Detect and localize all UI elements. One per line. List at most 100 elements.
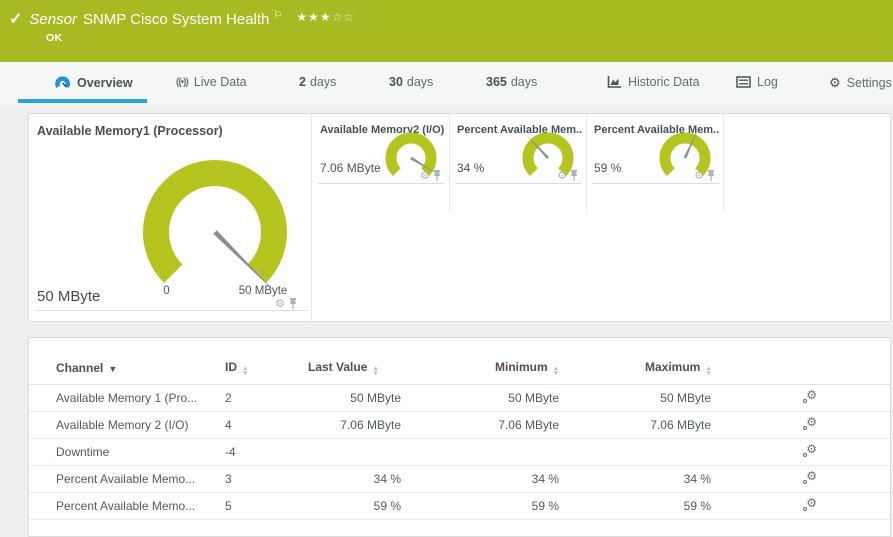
active-tab-underline (18, 99, 147, 103)
column-header-last-value[interactable]: Last Value▲▼ (308, 360, 403, 385)
gauges-panel: Available Memory1 (Processor) x̄ 0 50 MB… (28, 113, 891, 322)
tab-overview[interactable]: Overview (54, 75, 133, 91)
gear-icon: ⚙ (829, 75, 841, 91)
gauge-settings-icon[interactable]: ⚙ (420, 171, 430, 181)
stars-empty[interactable]: ☆☆ (332, 10, 356, 24)
channel-minimum: 34 % (403, 466, 579, 493)
priority-stars[interactable]: ★★★☆☆ (296, 10, 355, 24)
channel-minimum (403, 439, 579, 466)
status-check-icon: ✓ (9, 9, 22, 29)
divider (455, 183, 582, 184)
gauge-settings-icon[interactable]: ⚙ (557, 171, 567, 181)
tab-bar: Overview ((•)) Live Data 2 days 30 days … (0, 62, 893, 105)
tab-30-days[interactable]: 30 days (389, 75, 433, 89)
pin-icon[interactable] (570, 170, 578, 181)
channel-name: Percent Available Memo... (29, 493, 225, 520)
gauge-value: 50 MByte (37, 288, 100, 305)
gauge-dial (515, 130, 581, 190)
channel-name: Percent Available Memo... (29, 466, 225, 493)
channels-panel: Channel▼ ID▲▼ Last Value▲▼ Minimum▲▼ Max… (28, 337, 891, 537)
tab-live-data[interactable]: ((•)) Live Data (176, 75, 247, 89)
gauge-scale-min: 0 (154, 285, 179, 297)
page-title: SNMP Cisco System Health (83, 11, 269, 28)
tab-number: 2 (299, 75, 306, 89)
channel-minimum: 59 % (403, 493, 579, 520)
edit-channel-icon[interactable]: ⚙ (802, 444, 817, 458)
tab-historic-data[interactable]: Historic Data (607, 75, 700, 89)
pin-icon[interactable] (289, 298, 297, 309)
channel-maximum: 7.06 MByte (579, 412, 729, 439)
channel-id: 4 (225, 412, 308, 439)
sensor-status-banner: ✓ Sensor SNMP Cisco System Health ⚐ ★★★☆… (0, 0, 893, 62)
channel-name: Downtime (29, 439, 225, 466)
tab-label: Log (757, 75, 778, 89)
tab-label: Overview (77, 76, 133, 90)
sort-icon: ▲▼ (705, 366, 711, 376)
channel-minimum: 7.06 MByte (403, 412, 579, 439)
historic-chart-icon (607, 75, 622, 89)
channel-id: 5 (225, 493, 308, 520)
channel-minimum: 50 MByte (403, 385, 579, 412)
tab-2-days[interactable]: 2 days (299, 75, 336, 89)
tab-settings[interactable]: ⚙ Settings (829, 75, 892, 91)
gauge-value: 34 % (457, 161, 484, 175)
table-row: Percent Available Memo... 3 34 % 34 % 34… (29, 466, 890, 493)
tab-log[interactable]: Log (736, 75, 778, 89)
channel-maximum: 59 % (579, 493, 729, 520)
edit-channel-icon[interactable]: ⚙ (802, 417, 817, 431)
gauge-settings-icon[interactable]: ⚙ (275, 299, 285, 309)
channel-id: 3 (225, 466, 308, 493)
tab-label: days (310, 75, 336, 89)
channel-name: Available Memory 1 (Pro... (29, 385, 225, 412)
live-icon: ((•)) (176, 77, 188, 88)
channel-id: 2 (225, 385, 308, 412)
gauge-value: 59 % (594, 161, 621, 175)
table-row: Available Memory 2 (I/O) 4 7.06 MByte 7.… (29, 412, 890, 439)
gauge-small-3: Percent Available Mem... 59 % ⚙ (587, 114, 724, 321)
object-kind-label: Sensor (29, 11, 77, 28)
tab-label: days (511, 75, 537, 89)
column-header-id[interactable]: ID▲▼ (225, 360, 308, 385)
channel-last-value: 7.06 MByte (308, 412, 403, 439)
log-icon (736, 76, 751, 88)
sort-icon: ▲▼ (372, 366, 378, 376)
channel-last-value (308, 439, 403, 466)
divider (723, 114, 724, 211)
edit-channel-icon[interactable]: ⚙ (802, 471, 817, 485)
stars-filled[interactable]: ★★★ (296, 10, 331, 24)
column-header-channel[interactable]: Channel▼ (29, 360, 225, 385)
tab-label: days (407, 75, 433, 89)
edit-channel-icon[interactable]: ⚙ (802, 498, 817, 512)
table-row: Available Memory 1 (Pro... 2 50 MByte 50… (29, 385, 890, 412)
sort-icon: ▲▼ (242, 366, 248, 376)
gauge-settings-icon[interactable]: ⚙ (694, 171, 704, 181)
channel-name: Available Memory 2 (I/O) (29, 412, 225, 439)
pin-icon[interactable] (433, 170, 441, 181)
gauge-value: 7.06 MByte (320, 161, 381, 175)
channel-id: -4 (225, 439, 308, 466)
flag-icon[interactable]: ⚐ (273, 10, 282, 21)
channel-last-value: 50 MByte (308, 385, 403, 412)
channel-maximum: 34 % (579, 466, 729, 493)
gauge-dial (652, 130, 718, 190)
tab-number: 365 (486, 75, 507, 89)
tab-label: Settings (847, 76, 892, 90)
channel-maximum (579, 439, 729, 466)
column-header-maximum[interactable]: Maximum▲▼ (579, 360, 729, 385)
gauge-scale-max: 50 MByte (232, 285, 294, 297)
gauge-title: Available Memory1 (Processor) (37, 124, 223, 138)
tab-365-days[interactable]: 365 days (486, 75, 537, 89)
edit-channel-icon[interactable]: ⚙ (802, 390, 817, 404)
gauge-small-1: Available Memory2 (I/O) 7.06 MByte ⚙ (313, 114, 450, 321)
table-row: Downtime -4 ⚙ (29, 439, 890, 466)
divider (318, 183, 445, 184)
channel-last-value: 34 % (308, 466, 403, 493)
column-header-minimum[interactable]: Minimum▲▼ (403, 360, 579, 385)
gauge-icon (54, 75, 71, 91)
channel-last-value: 59 % (308, 493, 403, 520)
pin-icon[interactable] (707, 170, 715, 181)
table-header-row: Channel▼ ID▲▼ Last Value▲▼ Minimum▲▼ Max… (29, 360, 890, 385)
divider (36, 310, 307, 311)
column-header-actions (729, 360, 890, 385)
average-marker: x̄ (260, 267, 265, 277)
